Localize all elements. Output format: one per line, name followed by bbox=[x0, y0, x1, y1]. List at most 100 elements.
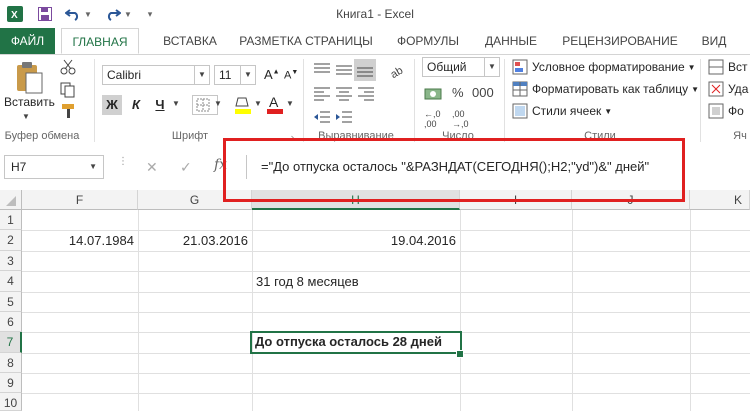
borders-dropdown-icon[interactable]: ▼ bbox=[214, 99, 222, 108]
increase-indent-icon[interactable] bbox=[334, 109, 354, 128]
insert-cells-icon bbox=[708, 59, 724, 75]
cell-f2[interactable]: 14.07.1984 bbox=[22, 231, 134, 251]
increase-decimal-icon[interactable]: ←,0,00 bbox=[424, 109, 441, 129]
gridline bbox=[572, 210, 573, 411]
separator bbox=[700, 59, 701, 142]
cancel-icon[interactable]: ✕ bbox=[146, 159, 158, 176]
align-middle-icon[interactable] bbox=[334, 61, 354, 82]
cell-styles-icon bbox=[512, 103, 528, 119]
decrease-indent-icon[interactable] bbox=[312, 109, 332, 128]
delete-cells-button[interactable]: Уда bbox=[708, 81, 748, 97]
paste-icon[interactable] bbox=[14, 61, 44, 95]
format-cells-button[interactable]: Фо bbox=[708, 103, 744, 119]
row-header-8[interactable]: 8 bbox=[0, 353, 22, 373]
currency-icon[interactable] bbox=[424, 85, 444, 106]
chevron-down-icon[interactable]: ▼ bbox=[240, 66, 255, 84]
orientation-icon[interactable]: ab bbox=[388, 61, 408, 82]
decrease-font-icon[interactable]: A▼ bbox=[284, 69, 298, 82]
underline-button[interactable]: Ч bbox=[150, 95, 170, 115]
insert-cells-label: Вст bbox=[728, 60, 748, 74]
decrease-decimal-icon[interactable]: ,00 →,0 bbox=[452, 109, 469, 129]
fill-handle[interactable] bbox=[456, 350, 464, 358]
row-header-6[interactable]: 6 bbox=[0, 312, 22, 332]
row-header-9[interactable]: 9 bbox=[0, 373, 22, 393]
tab-review[interactable]: РЕЦЕНЗИРОВАНИЕ bbox=[556, 28, 684, 54]
number-format-select[interactable]: Общий ▼ bbox=[422, 57, 500, 77]
conditional-formatting-button[interactable]: Условное форматирование ▼ bbox=[512, 59, 696, 75]
format-cells-label: Фо bbox=[728, 104, 744, 118]
percent-icon[interactable]: % bbox=[452, 85, 464, 100]
chevron-down-icon: ▼ bbox=[691, 84, 700, 94]
chevron-down-icon[interactable]: ▼ bbox=[484, 58, 499, 76]
format-painter-icon[interactable] bbox=[60, 103, 76, 122]
ribbon-tabs: ФАЙЛ ГЛАВНАЯ ВСТАВКА РАЗМЕТКА СТРАНИЦЫ Ф… bbox=[0, 28, 750, 55]
svg-text:ab: ab bbox=[389, 65, 406, 79]
tab-page-layout[interactable]: РАЗМЕТКА СТРАНИЦЫ bbox=[232, 28, 380, 54]
comma-style-icon[interactable]: 000 bbox=[472, 85, 494, 100]
column-header-f[interactable]: F bbox=[22, 190, 138, 210]
tab-data[interactable]: ДАННЫЕ bbox=[478, 28, 544, 54]
name-box-value: H7 bbox=[11, 160, 27, 174]
copy-icon[interactable] bbox=[60, 82, 76, 101]
fill-color-icon[interactable] bbox=[234, 95, 252, 118]
align-top-icon[interactable] bbox=[312, 61, 332, 82]
paste-dropdown-icon[interactable]: ▼ bbox=[22, 112, 30, 121]
align-right-icon[interactable] bbox=[356, 85, 376, 106]
tab-file[interactable]: ФАЙЛ bbox=[0, 28, 55, 54]
align-bottom-icon[interactable] bbox=[354, 59, 376, 81]
row-header-10[interactable]: 10 bbox=[0, 393, 22, 411]
conditional-formatting-label: Условное форматирование bbox=[532, 60, 685, 74]
chevron-down-icon[interactable]: ▼ bbox=[194, 66, 209, 84]
gridline bbox=[460, 210, 461, 411]
row-header-1[interactable]: 1 bbox=[0, 210, 22, 230]
chevron-down-icon[interactable]: ▼ bbox=[89, 156, 97, 178]
cell-g2[interactable]: 21.03.2016 bbox=[138, 231, 248, 251]
cut-icon[interactable] bbox=[60, 59, 76, 78]
svg-text:A: A bbox=[269, 94, 279, 110]
cell-h7[interactable]: До отпуска осталось 28 дней bbox=[255, 332, 459, 352]
bold-button[interactable]: Ж bbox=[102, 95, 122, 115]
gridline bbox=[22, 373, 750, 374]
row-header-5[interactable]: 5 bbox=[0, 292, 22, 312]
column-header-k[interactable]: K bbox=[690, 190, 750, 210]
font-name-select[interactable]: Calibri ▼ bbox=[102, 65, 210, 85]
number-format-value: Общий bbox=[427, 60, 467, 74]
align-left-icon[interactable] bbox=[312, 85, 332, 106]
cell-h2[interactable]: 19.04.2016 bbox=[252, 231, 456, 251]
enter-icon[interactable]: ✓ bbox=[180, 159, 192, 176]
tab-formulas[interactable]: ФОРМУЛЫ bbox=[388, 28, 468, 54]
increase-font-icon[interactable]: A▲ bbox=[264, 67, 280, 82]
delete-cells-label: Уда bbox=[728, 82, 749, 96]
format-as-table-button[interactable]: Форматировать как таблицу ▼ bbox=[512, 81, 699, 97]
cell-styles-button[interactable]: Стили ячеек ▼ bbox=[512, 103, 612, 119]
insert-cells-button[interactable]: Вст bbox=[708, 59, 748, 75]
drag-handle-icon[interactable]: ⋮ bbox=[118, 157, 128, 167]
paste-label[interactable]: Вставить bbox=[4, 95, 55, 109]
font-size-select[interactable]: 11 ▼ bbox=[214, 65, 256, 85]
window-title: Книга1 - Excel bbox=[336, 7, 414, 21]
name-box[interactable]: H7 ▼ bbox=[4, 155, 104, 179]
tab-insert[interactable]: ВСТАВКА bbox=[150, 28, 230, 54]
row-header-3[interactable]: 3 bbox=[0, 251, 22, 271]
separator bbox=[504, 59, 505, 142]
format-as-table-label: Форматировать как таблицу bbox=[532, 82, 689, 96]
italic-button[interactable]: К bbox=[126, 95, 146, 115]
select-all-corner[interactable] bbox=[0, 190, 22, 210]
separator bbox=[303, 59, 304, 142]
cell-h4[interactable]: 31 год 8 месяцев bbox=[256, 272, 456, 292]
gridline bbox=[22, 292, 750, 293]
font-color-dropdown-icon[interactable]: ▼ bbox=[286, 99, 294, 108]
underline-dropdown-icon[interactable]: ▼ bbox=[172, 99, 180, 108]
group-clipboard-label: Буфер обмена bbox=[4, 130, 80, 142]
row-header-4[interactable]: 4 bbox=[0, 271, 22, 292]
align-center-icon[interactable] bbox=[334, 85, 354, 106]
ribbon-home: Вставить ▼ Буфер обмена Calibri ▼ 11 ▼ A… bbox=[0, 55, 750, 148]
font-color-icon[interactable]: A bbox=[266, 93, 284, 118]
row-header-2[interactable]: 2 bbox=[0, 230, 22, 251]
chevron-down-icon: ▼ bbox=[687, 62, 696, 72]
tab-view[interactable]: ВИД bbox=[694, 28, 734, 54]
fill-dropdown-icon[interactable]: ▼ bbox=[254, 99, 262, 108]
tab-home[interactable]: ГЛАВНАЯ bbox=[61, 28, 139, 54]
row-header-7[interactable]: 7 bbox=[0, 332, 22, 353]
chevron-down-icon: ▼ bbox=[604, 106, 613, 116]
